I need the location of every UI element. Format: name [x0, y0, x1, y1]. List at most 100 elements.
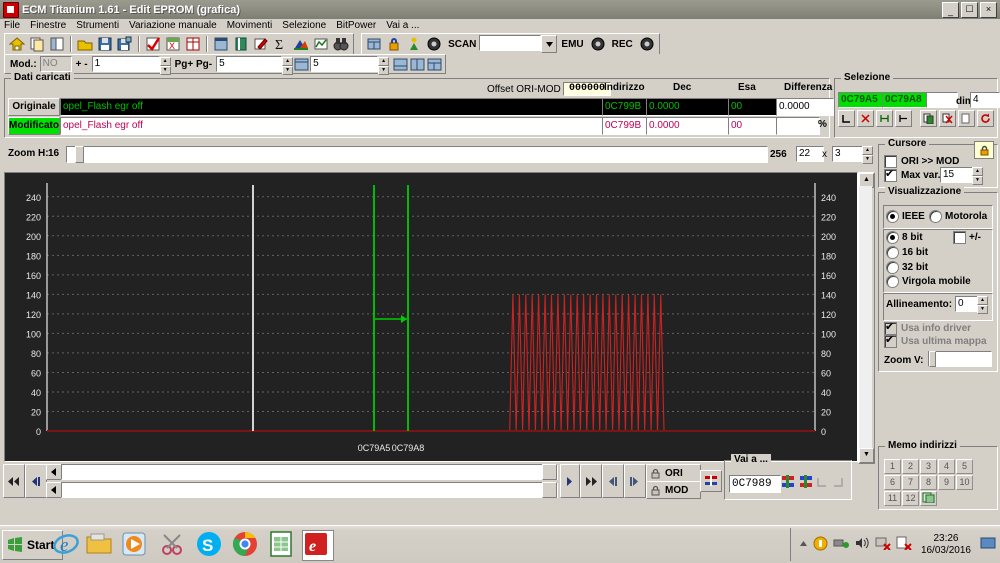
modificato-indirizzo[interactable]: 0C799B — [602, 117, 650, 135]
save-icon[interactable] — [96, 35, 114, 53]
cols-input[interactable] — [796, 146, 824, 162]
bit16-radio[interactable] — [886, 246, 899, 259]
modificato-dec[interactable]: 0.0000 — [646, 117, 732, 135]
save-all-icon[interactable] — [116, 35, 134, 53]
allineamento-spinner[interactable]: ▲ ▼ — [977, 296, 988, 314]
hscrollbar-bottom[interactable] — [61, 482, 558, 498]
ie-icon[interactable]: e — [52, 530, 82, 559]
originale-differenza[interactable]: 0.0000 — [776, 98, 834, 116]
menu-item-vai-a[interactable]: Vai a ... — [386, 20, 419, 31]
goto-blue-icon[interactable] — [780, 474, 796, 493]
bit8-radio[interactable] — [886, 231, 899, 244]
memo-cell-5[interactable]: 5 — [956, 459, 973, 474]
chart-3d-icon[interactable] — [292, 35, 310, 53]
plusminus-option[interactable]: +/- — [953, 231, 981, 244]
motorola-option[interactable]: Motorola — [929, 210, 987, 223]
originale-file-field[interactable]: opel_Flash egr off — [60, 98, 606, 116]
hscrollbar-top[interactable] — [61, 464, 558, 480]
snipping-tool-icon[interactable] — [158, 530, 188, 559]
eprom-graph[interactable]: 0 0 20 20 40 40 60 60 80 80 100 100 120 120 140 140 160 1… — [4, 172, 858, 462]
edit-map-icon[interactable] — [252, 35, 270, 53]
zoom-h-slider[interactable] — [66, 146, 768, 163]
goto-red-icon[interactable] — [798, 474, 814, 493]
max-var-checkbox[interactable] — [884, 167, 897, 182]
menu-item-bitpower[interactable]: BitPower — [336, 20, 376, 31]
open-folder-icon[interactable] — [76, 35, 94, 53]
modificato-differenza[interactable] — [776, 117, 820, 135]
lock-yellow-icon[interactable] — [974, 141, 994, 159]
motorola-radio[interactable] — [929, 210, 942, 223]
bit32-option[interactable]: 32 bit — [886, 261, 928, 274]
cut-sel-icon[interactable] — [939, 110, 956, 127]
selezione-start-addr[interactable]: 0C79A5 — [838, 92, 886, 108]
ecm-titanium-icon[interactable]: e — [302, 530, 334, 561]
menu-item-movimenti[interactable]: Movimenti — [227, 20, 273, 31]
hscrollbar-bottom-thumb[interactable] — [542, 482, 557, 498]
dim-value[interactable]: 4 — [970, 92, 1000, 108]
rows-spinner[interactable]: ▲ ▼ — [378, 56, 390, 75]
menu-item-strumenti[interactable]: Strumenti — [76, 20, 119, 31]
chart-vscrollbar[interactable]: ▲ ▼ — [858, 172, 875, 464]
volume-icon[interactable] — [855, 536, 870, 553]
calc-sheet-icon[interactable] — [267, 530, 297, 559]
ori-button[interactable]: ORI — [646, 464, 701, 482]
originale-dec[interactable]: 0.0000 — [646, 98, 732, 116]
max-var-input[interactable] — [940, 167, 976, 183]
ieee-option[interactable]: IEEE — [886, 210, 925, 223]
graph-icon[interactable] — [312, 35, 330, 53]
view-grid1-icon[interactable] — [393, 57, 408, 72]
close-button[interactable]: × — [980, 2, 997, 18]
first-icon[interactable] — [3, 464, 25, 498]
reload-sel-icon[interactable] — [977, 110, 994, 127]
copy-icon[interactable] — [28, 35, 46, 53]
step-input[interactable] — [91, 56, 160, 72]
rows-marker-icon[interactable] — [294, 57, 309, 72]
explorer-icon[interactable] — [85, 530, 115, 559]
view-grid3-icon[interactable] — [427, 57, 442, 72]
chrome-icon[interactable] — [231, 530, 261, 559]
menu-item-variazione-manuale[interactable]: Variazione manuale — [129, 20, 217, 31]
align-left-icon[interactable] — [838, 110, 855, 127]
maximize-button[interactable]: ☐ — [961, 2, 978, 18]
net-icon[interactable] — [833, 536, 850, 553]
memo-cell-2[interactable]: 2 — [902, 459, 919, 474]
menu-item-finestre[interactable]: Finestre — [30, 20, 66, 31]
swap-icon[interactable] — [700, 470, 722, 492]
selezione-extra-field[interactable] — [926, 92, 958, 108]
binoculars-icon[interactable] — [332, 35, 350, 53]
bit32-radio[interactable] — [886, 261, 899, 274]
max-var-spinner[interactable]: ▲ ▼ — [972, 167, 983, 185]
pg-input[interactable] — [216, 56, 283, 72]
memo-cell-11[interactable]: 11 — [884, 491, 901, 506]
last-icon[interactable] — [580, 464, 602, 498]
step-spinner[interactable]: ▲ ▼ — [159, 56, 171, 75]
align-mid-icon[interactable] — [876, 110, 893, 127]
memo-cell-9[interactable]: 9 — [938, 475, 955, 490]
align-cross-icon[interactable] — [857, 110, 874, 127]
book-icon[interactable] — [232, 35, 250, 53]
selezione-end-addr[interactable]: 0C79A8 — [882, 92, 930, 108]
show-desktop-icon[interactable] — [980, 537, 996, 552]
bit8-option[interactable]: 8 bit — [886, 231, 923, 244]
memo-cell-10[interactable]: 10 — [956, 475, 973, 490]
ieee-radio[interactable] — [886, 210, 899, 223]
originale-esa[interactable]: 00 — [728, 98, 780, 116]
paste-sel-icon[interactable] — [958, 110, 975, 127]
excel-red-icon[interactable]: X — [164, 35, 182, 53]
zoom-v-slider[interactable] — [928, 351, 992, 367]
virgola-mobile-radio[interactable] — [886, 275, 899, 288]
rows-input[interactable] — [310, 56, 379, 72]
rows-count-input[interactable] — [832, 146, 866, 162]
checklist-red-icon[interactable] — [144, 35, 162, 53]
chart-scroll-track[interactable] — [859, 186, 872, 448]
media-player-icon[interactable] — [120, 530, 150, 559]
taskbar-clock[interactable]: 23:26 16/03/2016 — [921, 533, 971, 557]
table-top-icon[interactable] — [365, 35, 383, 53]
next-icon[interactable] — [560, 464, 580, 498]
zoom-v-slider-thumb[interactable] — [929, 351, 936, 367]
originale-indirizzo[interactable]: 0C799B — [602, 98, 650, 116]
align-right-icon[interactable] — [895, 110, 912, 127]
bit16-option[interactable]: 16 bit — [886, 246, 928, 259]
memo-cell-1[interactable]: 1 — [884, 459, 901, 474]
max-var-row[interactable]: Max var. — [884, 167, 940, 182]
